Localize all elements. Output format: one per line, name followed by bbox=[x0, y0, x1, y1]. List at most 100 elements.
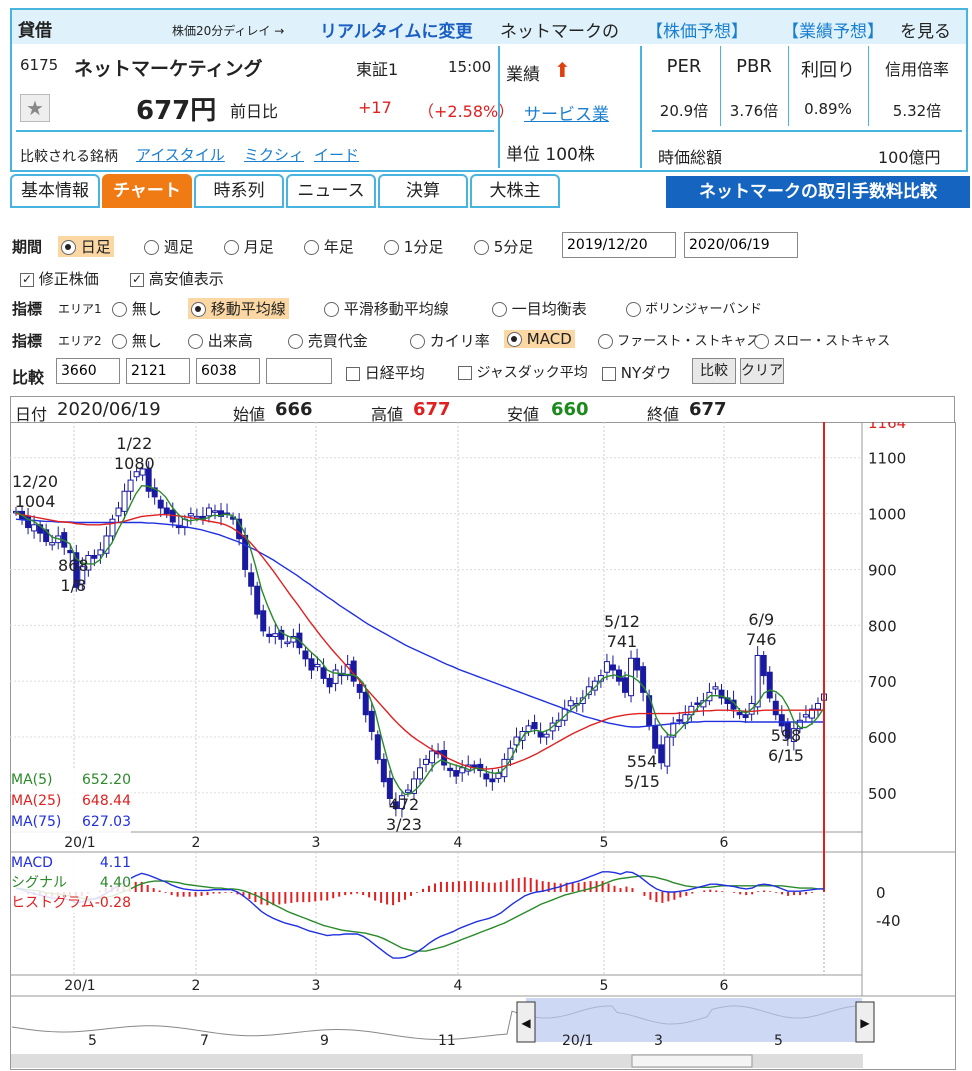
radio-1min[interactable] bbox=[384, 240, 399, 255]
favorite-star-icon[interactable]: ★ bbox=[20, 94, 50, 122]
company-name: ネットマーケティング bbox=[74, 58, 263, 80]
kabuka-yoso-link[interactable]: 【株価予想】 bbox=[646, 17, 748, 42]
x-tick-label: 6 bbox=[720, 978, 729, 994]
compare-button[interactable]: 比較 bbox=[692, 358, 736, 384]
radio-fast-stoch[interactable] bbox=[598, 334, 613, 349]
period-1min[interactable]: 1分足 bbox=[384, 236, 443, 257]
ind1-ma[interactable]: 移動平均線 bbox=[188, 298, 289, 319]
radio-ema[interactable] bbox=[324, 302, 339, 317]
radio-turnover[interactable] bbox=[288, 334, 303, 349]
radio-daily[interactable] bbox=[61, 240, 76, 255]
candle-body bbox=[254, 585, 261, 615]
radio-weekly[interactable] bbox=[144, 240, 159, 255]
checkbox-highlow[interactable]: ✓ bbox=[130, 272, 144, 287]
compare-code-2[interactable] bbox=[126, 358, 190, 384]
radio-slow-stoch[interactable] bbox=[754, 334, 769, 349]
compare-code-1[interactable] bbox=[56, 358, 120, 384]
annotation-date: 3/23 bbox=[386, 815, 422, 834]
ind2-volume[interactable]: 出来高 bbox=[188, 330, 253, 351]
x-tick-label: 2 bbox=[192, 978, 201, 994]
tab-jikeiretsu[interactable]: 時系列 bbox=[194, 174, 284, 208]
candle-body bbox=[314, 663, 321, 668]
indicator1-label: 指標 bbox=[12, 300, 43, 318]
signal-legend-row: シグナル 4.40 bbox=[11, 873, 131, 893]
annotation-value: 598 bbox=[770, 726, 802, 745]
period-row: 期間 日足 週足 月足 年足 1分足 5分足 bbox=[12, 236, 972, 258]
realtime-link[interactable]: リアルタイムに変更 bbox=[320, 17, 473, 42]
nikkei-check[interactable]: 日経平均 bbox=[346, 362, 425, 383]
nydow-check[interactable]: NYダウ bbox=[602, 362, 671, 383]
ind2-macd[interactable]: MACD bbox=[504, 330, 575, 348]
compare-code-3[interactable] bbox=[196, 358, 260, 384]
macd-tick-label: 0 bbox=[876, 884, 886, 902]
period-monthly[interactable]: 月足 bbox=[224, 236, 274, 257]
delay-label: 株価20分ディレイ → bbox=[172, 24, 285, 38]
radio-volume[interactable] bbox=[188, 334, 203, 349]
stock-chart[interactable]: 20/1 20/1 2 2 3 3 4 4 5 5 6 6 1164 1100 1000 900 800 700 6… bbox=[10, 422, 956, 1070]
compare-link-mixi[interactable]: ミクシィ bbox=[244, 144, 304, 165]
tab-news[interactable]: ニュース bbox=[286, 174, 376, 208]
ind1-ema[interactable]: 平滑移動平均線 bbox=[324, 298, 449, 319]
clear-button[interactable]: クリア bbox=[740, 358, 784, 384]
ind2-none[interactable]: 無し bbox=[112, 330, 162, 351]
compare-code-4[interactable] bbox=[266, 358, 332, 384]
ind1-ichimoku[interactable]: 一目均衡表 bbox=[492, 298, 587, 319]
radio-ma[interactable] bbox=[191, 302, 206, 317]
ma75-legend: MA(75) 627.03 bbox=[11, 812, 131, 833]
macd-legend: MACD 4.11 シグナル 4.40 ヒストグラム -0.28 bbox=[11, 853, 131, 913]
date-from-input[interactable] bbox=[562, 232, 676, 258]
date-to-input[interactable] bbox=[684, 232, 798, 258]
period-weekly[interactable]: 週足 bbox=[144, 236, 194, 257]
tab-kabunushi[interactable]: 大株主 bbox=[470, 174, 560, 208]
radio-yearly[interactable] bbox=[304, 240, 319, 255]
low-value: 660 bbox=[551, 399, 589, 420]
highlow-check[interactable]: ✓ 高安値表示 bbox=[130, 268, 224, 289]
checkbox-nydow[interactable] bbox=[602, 366, 616, 381]
checkbox-jasdaq[interactable] bbox=[458, 366, 472, 380]
candle-body bbox=[193, 515, 200, 519]
ind2-kairi[interactable]: カイリ率 bbox=[410, 330, 490, 351]
checkbox-adjusted[interactable]: ✓ bbox=[20, 272, 34, 287]
ind2-turnover[interactable]: 売買代金 bbox=[288, 330, 368, 351]
candle-body bbox=[736, 711, 743, 716]
tab-kessan[interactable]: 決算 bbox=[378, 174, 468, 208]
candle-body bbox=[622, 677, 629, 693]
y-tick-label: 600 bbox=[868, 729, 897, 747]
navigator-tick-label: 5 bbox=[88, 1033, 97, 1049]
compare-link-eed[interactable]: イード bbox=[314, 144, 359, 165]
radio-monthly[interactable] bbox=[224, 240, 239, 255]
sector-link[interactable]: サービス業 bbox=[524, 100, 609, 125]
radio-none[interactable] bbox=[112, 334, 127, 349]
radio-5min[interactable] bbox=[474, 240, 489, 255]
tab-kihon[interactable]: 基本情報 bbox=[10, 174, 100, 208]
jasdaq-check[interactable]: ジャスダック平均 bbox=[458, 362, 588, 382]
fee-compare-banner[interactable]: ネットマークの取引手数料比較 bbox=[666, 176, 970, 208]
compare-link-istyle[interactable]: アイスタイル bbox=[136, 144, 225, 165]
ind1-bollinger[interactable]: ボリンジャーバンド bbox=[626, 298, 762, 317]
radio-kairi[interactable] bbox=[410, 334, 425, 349]
checkbox-nikkei[interactable] bbox=[346, 366, 360, 381]
navigator-tick-label: 9 bbox=[320, 1033, 329, 1049]
adjusted-check[interactable]: ✓ 修正株価 bbox=[20, 268, 99, 289]
ma75-value: 627.03 bbox=[82, 814, 131, 830]
tab-chart[interactable]: チャート bbox=[102, 174, 192, 208]
x-tick-label: 5 bbox=[600, 978, 609, 994]
ind1-none[interactable]: 無し bbox=[112, 298, 162, 319]
check-row: ✓ 修正株価 ✓ 高安値表示 bbox=[12, 268, 412, 290]
candle-body bbox=[374, 734, 381, 760]
navigator-tick-label: 20/1 bbox=[562, 1033, 593, 1049]
gyoseki-yoso-link[interactable]: 【業績予想】 bbox=[782, 17, 884, 42]
annotation-high-69: 6/9 746 bbox=[746, 610, 777, 650]
radio-none[interactable] bbox=[112, 302, 127, 317]
radio-bollinger[interactable] bbox=[626, 302, 641, 317]
annotation-low-515: 554 5/15 bbox=[624, 752, 660, 792]
divider bbox=[720, 46, 721, 126]
ind2-slow-stoch[interactable]: スロー・ストキャス bbox=[754, 330, 890, 349]
radio-ichimoku[interactable] bbox=[492, 302, 507, 317]
period-daily[interactable]: 日足 bbox=[58, 236, 114, 257]
radio-macd[interactable] bbox=[507, 332, 522, 347]
period-5min[interactable]: 5分足 bbox=[474, 236, 533, 257]
candle-body bbox=[302, 650, 309, 660]
ind2-fast-stoch[interactable]: ファースト・ストキャス bbox=[598, 330, 760, 349]
period-yearly[interactable]: 年足 bbox=[304, 236, 354, 257]
